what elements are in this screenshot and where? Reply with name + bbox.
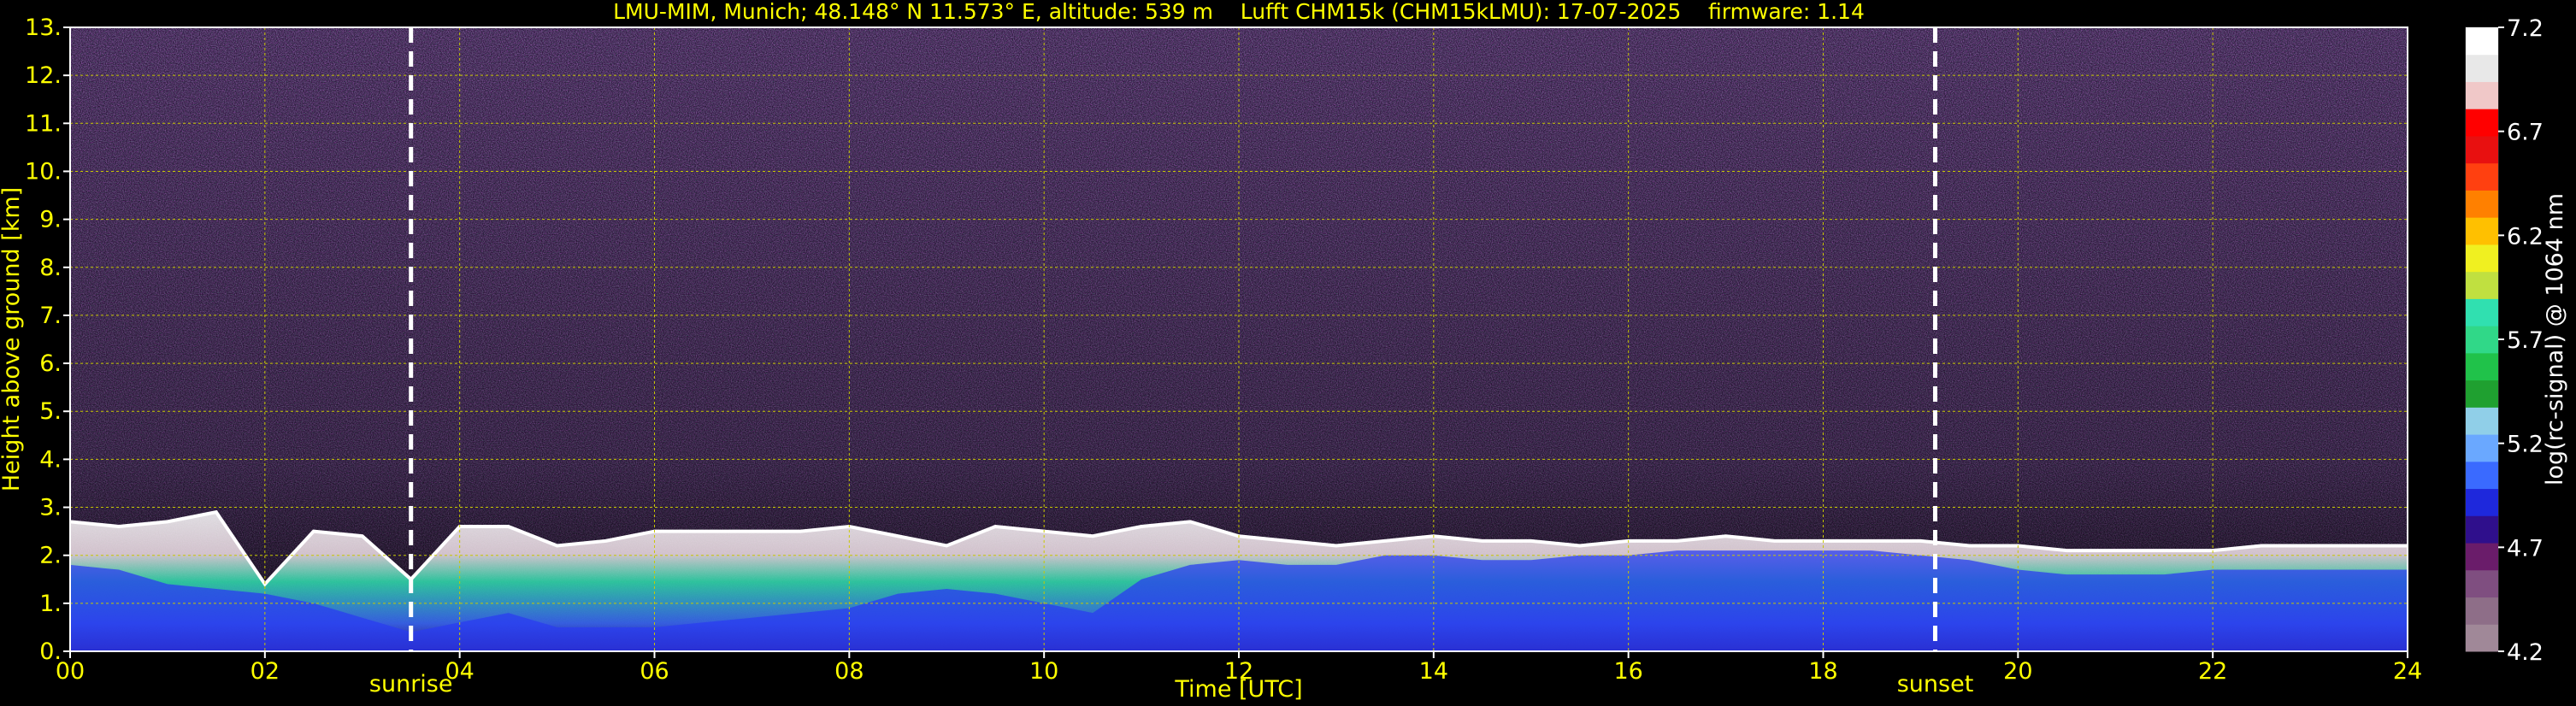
x-tick-label: 18: [1808, 658, 1837, 685]
colorbar-segment: [2466, 326, 2498, 354]
colorbar: 4.2 4.7 5.2 5.7 6.2 6.7 7.2: [2465, 15, 2544, 666]
colorbar-segment: [2466, 217, 2498, 245]
x-tick-label: 04: [445, 658, 474, 685]
sunrise-label: sunrise: [369, 671, 453, 697]
x-tick-label: 16: [1613, 658, 1642, 685]
colorbar-segment: [2466, 543, 2498, 571]
sunset-label: sunset: [1897, 671, 1974, 697]
x-tick-label: 14: [1419, 658, 1448, 685]
colorbar-segment: [2466, 597, 2498, 625]
y-tick-label: 12.: [25, 62, 62, 89]
colorbar-segment: [2466, 109, 2498, 137]
y-tick-label: 0.: [39, 638, 62, 665]
colorbar-segment: [2466, 27, 2498, 56]
colorbar-segment: [2466, 190, 2498, 218]
chart-title: LMU-MIM, Munich; 48.148° N 11.573° E, al…: [613, 0, 1865, 24]
colorbar-segment: [2466, 434, 2498, 462]
colorbar-tick-label: 4.2: [2507, 639, 2544, 666]
x-tick-label: 08: [834, 658, 864, 685]
y-tick-label: 11.: [25, 110, 62, 137]
colorbar-segment: [2466, 244, 2498, 273]
y-tick-label: 8.: [39, 255, 62, 281]
x-tick-label: 22: [2198, 658, 2227, 685]
y-tick-label: 1.: [39, 591, 62, 617]
y-tick-label: 5.: [39, 398, 62, 425]
colorbar-tick-label: 4.7: [2507, 535, 2544, 562]
colorbar-segment: [2466, 135, 2498, 164]
colorbar-tick-label: 6.7: [2507, 120, 2544, 146]
y-tick-label: 3.: [39, 495, 62, 521]
colorbar-segment: [2466, 407, 2498, 435]
y-axis: 0. 1. 2. 3. 4. 5. 6. 7. 8. 9. 10. 11. 12. 13.: [25, 15, 70, 665]
y-axis-label: Height above ground [km]: [0, 187, 25, 491]
colorbar-segment: [2466, 271, 2498, 299]
colorbar-segment: [2466, 379, 2498, 408]
x-tick-label: 10: [1029, 658, 1058, 685]
y-tick-label: 4.: [39, 446, 62, 473]
y-tick-label: 6.: [39, 350, 62, 377]
colorbar-label: log(rc-signal) @ 1064 nm: [2542, 193, 2568, 485]
colorbar-segment: [2466, 54, 2498, 82]
x-tick-label: 06: [640, 658, 669, 685]
colorbar-segment: [2466, 298, 2498, 327]
colorbar-segment: [2466, 569, 2498, 598]
colorbar-tick-label: 6.2: [2507, 223, 2544, 250]
colorbar-segment: [2466, 624, 2498, 652]
y-tick-label: 13.: [25, 15, 62, 41]
colorbar-segment: [2466, 461, 2498, 490]
ceilometer-chart: sunrise sunset 00 02 04 06 08 10 12 14 16 18 20 22 24…: [0, 0, 2568, 703]
colorbar-tick-label: 5.2: [2507, 432, 2544, 458]
y-tick-label: 7.: [39, 303, 62, 329]
x-tick-label: 24: [2393, 658, 2422, 685]
y-tick-label: 10.: [25, 158, 62, 185]
colorbar-segment: [2466, 488, 2498, 516]
colorbar-tick-label: 7.2: [2507, 15, 2544, 42]
x-tick-label: 02: [251, 658, 280, 685]
colorbar-tick-label: 5.7: [2507, 327, 2544, 354]
colorbar-segment: [2466, 515, 2498, 544]
y-tick-label: 9.: [39, 207, 62, 233]
colorbar-segment: [2466, 81, 2498, 109]
x-axis-label: Time [UTC]: [1174, 676, 1302, 703]
colorbar-segment: [2466, 352, 2498, 381]
colorbar-segment: [2466, 162, 2498, 191]
x-tick-label: 20: [2003, 658, 2032, 685]
y-tick-label: 2.: [39, 543, 62, 569]
